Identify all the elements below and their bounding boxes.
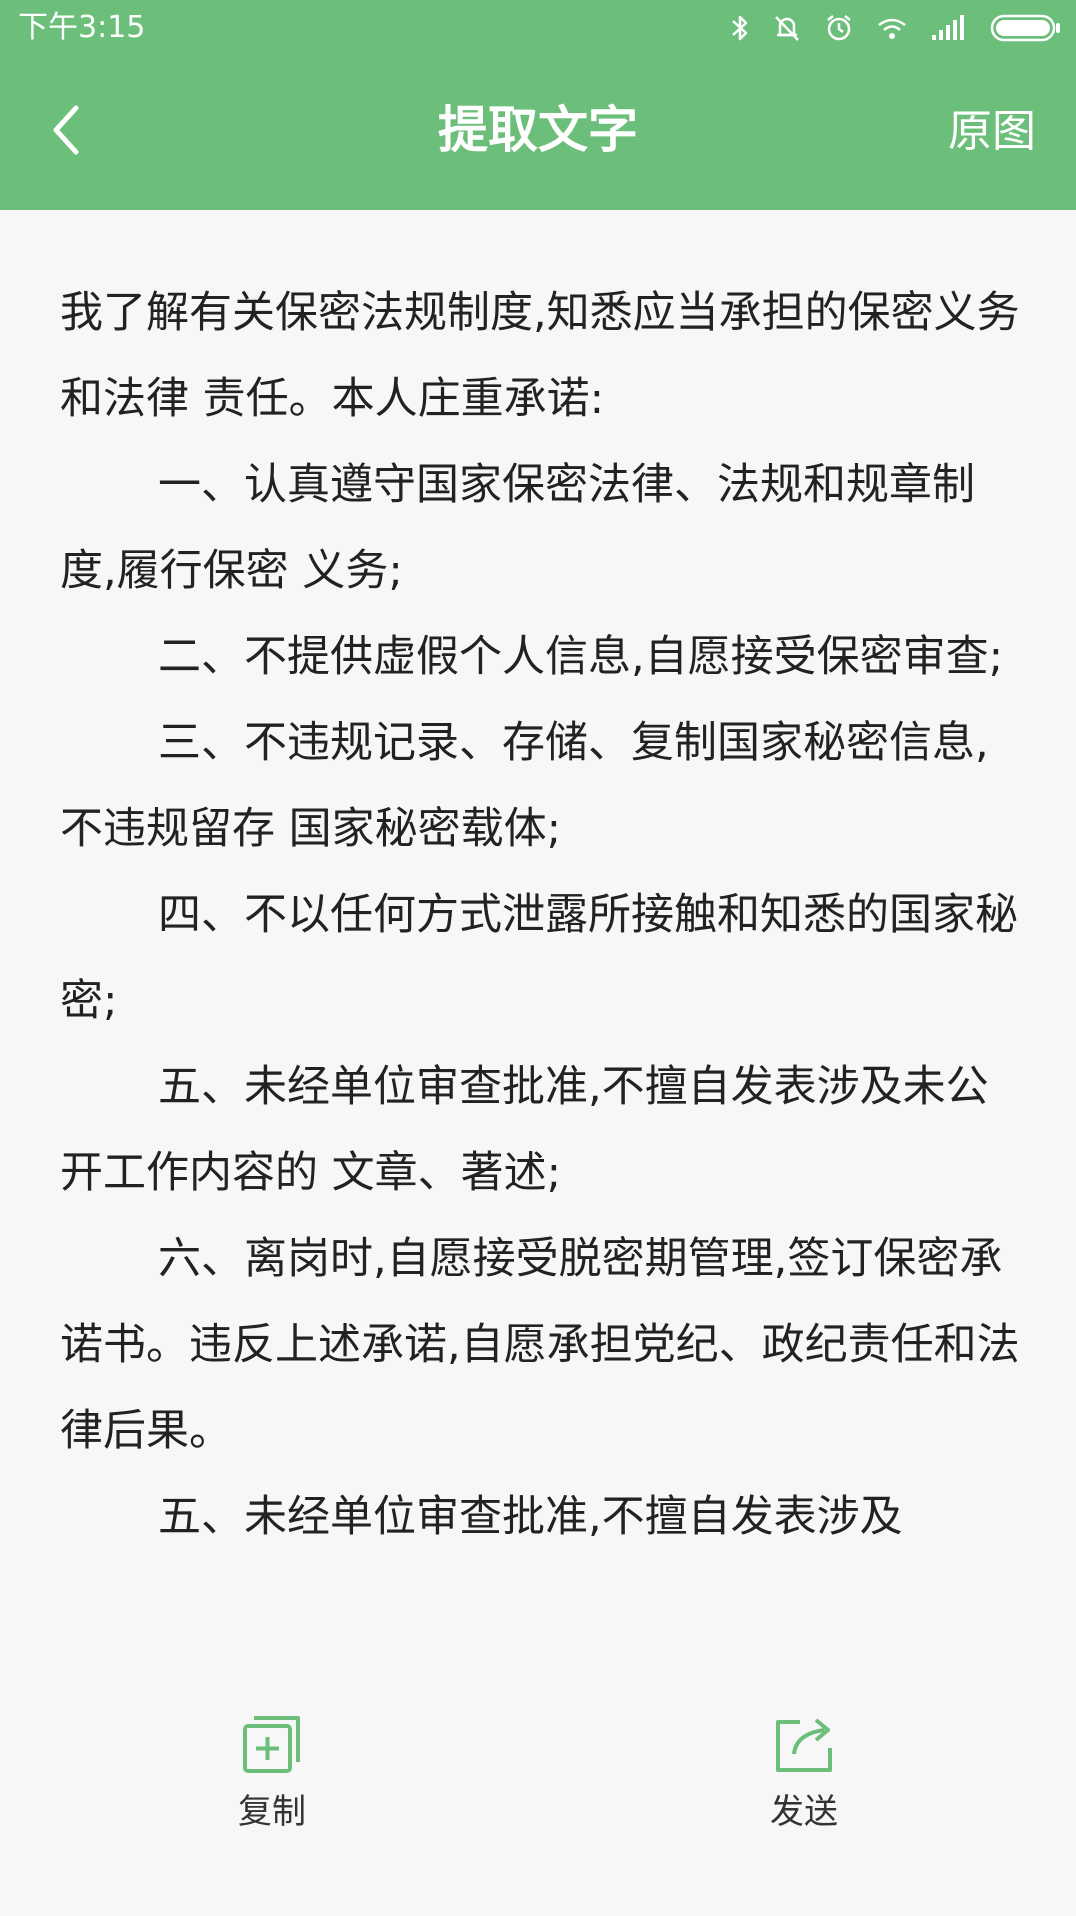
send-button[interactable]: 发送 bbox=[704, 1712, 904, 1834]
paragraph: 五、未经单位审查批准,不擅自发表涉及未公开工作内容的 文章、著述; bbox=[60, 1062, 989, 1198]
paragraph: 二、不提供虚假个人信息,自愿接受保密审查; bbox=[158, 632, 1004, 682]
wifi-icon bbox=[876, 14, 908, 42]
paragraph: 四、不以任何方式泄露所接触和知悉的国家秘密; bbox=[60, 890, 1018, 1026]
copy-button[interactable]: 复制 bbox=[172, 1712, 372, 1834]
send-label: 发送 bbox=[770, 1792, 838, 1832]
paragraph: 一、认真遵守国家保密法律、法规和规章制度,履行保密 义务; bbox=[60, 460, 975, 596]
battery-icon bbox=[990, 14, 1062, 42]
paragraph: 我了解有关保密法规制度,知悉应当承担的保密义务和法律 责任。本人庄重承诺: bbox=[60, 288, 1020, 424]
share-icon bbox=[772, 1712, 836, 1776]
copy-label: 复制 bbox=[238, 1792, 306, 1832]
signal-icon bbox=[930, 15, 968, 41]
status-icons bbox=[730, 10, 1062, 46]
paragraph: 六、离岗时,自愿接受脱密期管理,签订保密承诺书。违反上述承诺,自愿承担党纪、政纪… bbox=[60, 1234, 1020, 1456]
paragraph: 三、不违规记录、存储、复制国家秘密信息,不违规留存 国家秘密载体; bbox=[60, 718, 989, 854]
bluetooth-icon bbox=[730, 13, 750, 43]
paragraph: 五、未经单位审查批准,不擅自发表涉及 bbox=[158, 1492, 903, 1542]
app-bar: 提取文字 原图 bbox=[0, 56, 1076, 210]
original-image-button[interactable]: 原图 bbox=[948, 102, 1036, 162]
alarm-icon bbox=[824, 13, 854, 43]
extracted-text[interactable]: 我了解有关保密法规制度,知悉应当承担的保密义务和法律 责任。本人庄重承诺: 一、… bbox=[60, 270, 1020, 1622]
status-bar: 下午3:15 bbox=[0, 0, 1076, 56]
page-title: 提取文字 bbox=[438, 101, 638, 159]
mute-icon bbox=[772, 13, 802, 43]
bottom-action-bar: 复制 发送 bbox=[0, 1622, 1076, 1916]
copy-icon bbox=[240, 1712, 304, 1776]
status-time: 下午3:15 bbox=[18, 10, 146, 45]
